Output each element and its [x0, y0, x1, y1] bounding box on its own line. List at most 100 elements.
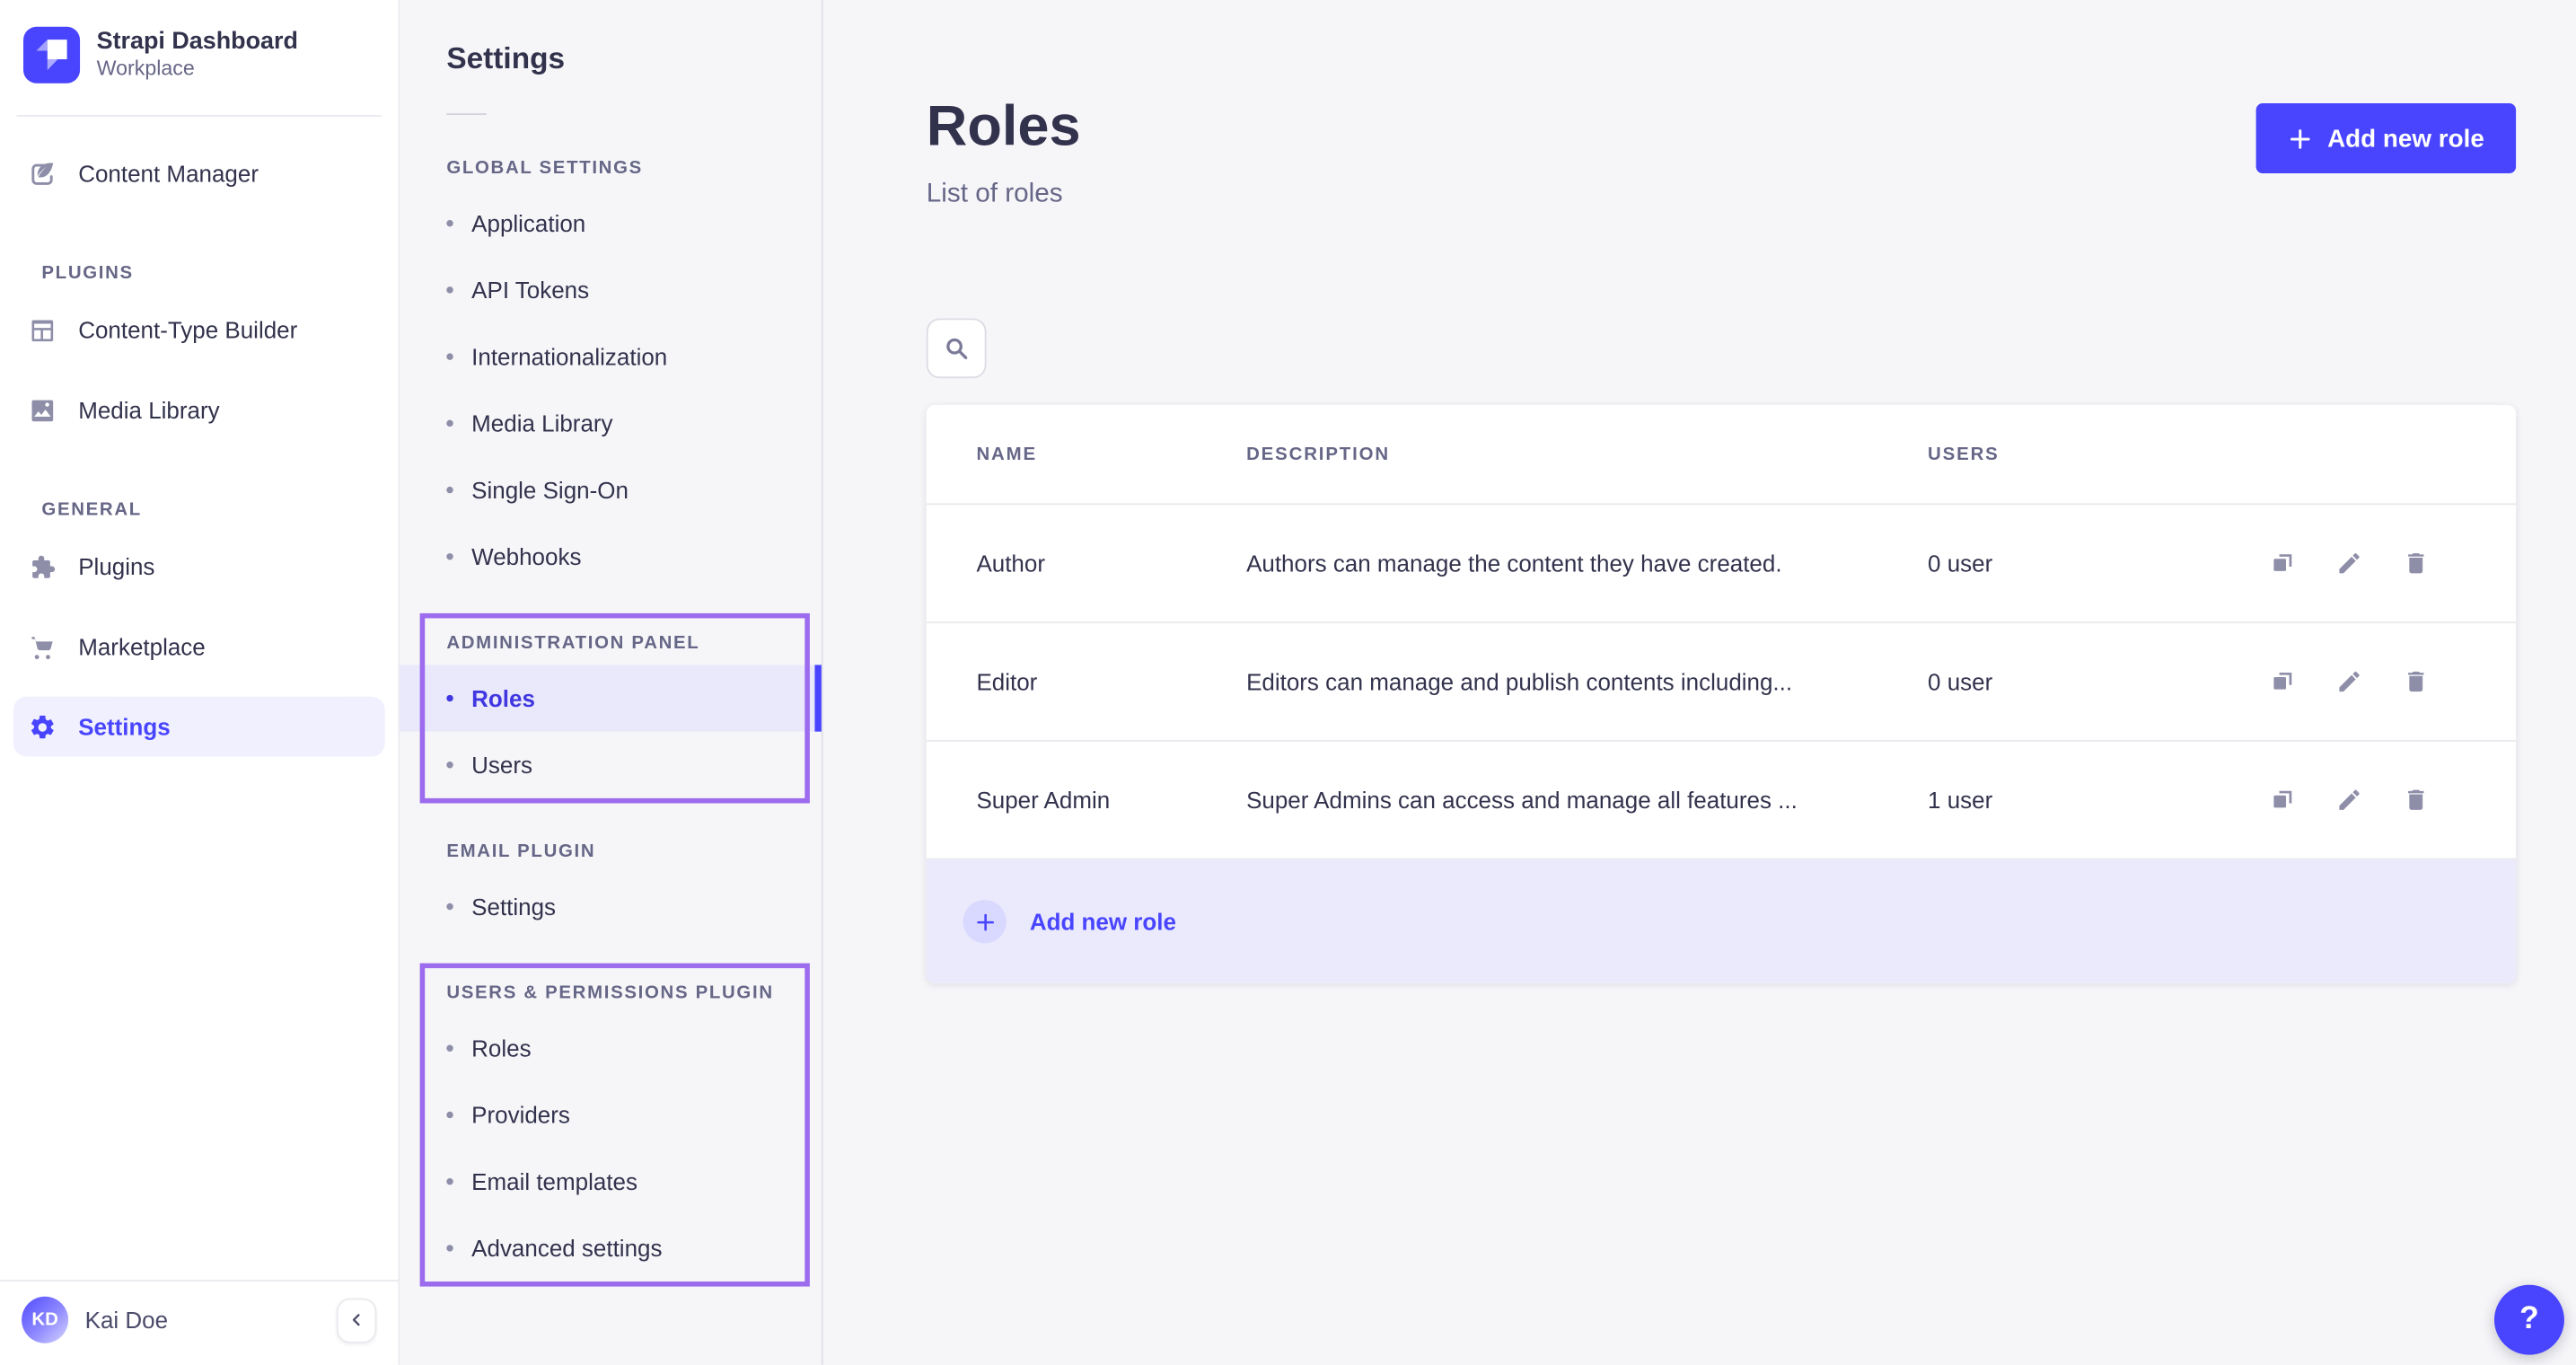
brand-text: Strapi Dashboard Workplace [97, 29, 298, 82]
avatar[interactable]: KD [22, 1297, 68, 1343]
role-name: Author [976, 550, 1246, 577]
bullet-icon [446, 220, 453, 226]
duplicate-button[interactable] [2269, 550, 2296, 577]
subnav-section-label: ADMINISTRATION PANEL [446, 633, 822, 655]
sidebar-item-marketplace[interactable]: Marketplace [13, 617, 385, 677]
bullet-icon [446, 487, 453, 493]
subnav-item-users[interactable]: Users [400, 732, 821, 798]
sidebar-item-content-manager[interactable]: Content Manager [13, 144, 385, 204]
subnav-item-label: API Tokens [471, 277, 589, 304]
table-row-author[interactable]: Author Authors can manage the content th… [927, 505, 2516, 623]
bullet-icon [446, 1245, 453, 1251]
bullet-icon [446, 762, 453, 768]
subnav-item-media-library[interactable]: Media Library [400, 390, 821, 456]
subnav-item-email-templates[interactable]: Email templates [400, 1149, 821, 1215]
page-subtitle: List of roles [927, 180, 1081, 209]
app-root: Strapi Dashboard Workplace Content Manag… [0, 0, 2576, 1365]
subnav-item-label: Roles [471, 1035, 531, 1061]
help-button[interactable]: ? [2494, 1285, 2564, 1355]
page-title: Roles [927, 97, 1081, 157]
row-actions [2269, 550, 2429, 577]
bullet-icon [446, 903, 453, 910]
main-sidebar: Strapi Dashboard Workplace Content Manag… [0, 0, 400, 1365]
sidebar-footer: KD Kai Doe [0, 1280, 399, 1365]
delete-button[interactable] [2403, 787, 2430, 814]
table-row-editor[interactable]: Editor Editors can manage and publish co… [927, 623, 2516, 742]
bullet-icon [446, 1112, 453, 1118]
subnav-section-administration-panel: ADMINISTRATION PANEL Roles Users [400, 590, 821, 798]
bullet-icon [446, 695, 453, 701]
edit-button[interactable] [2336, 787, 2363, 814]
subnav-item-label: Media Library [471, 410, 612, 437]
search-button[interactable] [927, 318, 987, 378]
active-indicator-bar [814, 665, 821, 731]
bullet-icon [446, 553, 453, 559]
column-header-users: USERS [1928, 445, 2177, 464]
subnav-section-label: GLOBAL SETTINGS [446, 158, 822, 180]
duplicate-button[interactable] [2269, 787, 2296, 814]
search-icon [941, 333, 971, 363]
brand: Strapi Dashboard Workplace [0, 0, 399, 115]
edit-button[interactable] [2336, 668, 2363, 695]
subnav-item-internationalization[interactable]: Internationalization [400, 323, 821, 390]
edit-button[interactable] [2336, 550, 2363, 577]
page-header: Roles List of roles Add new role [927, 0, 2516, 210]
subnav-item-label: Internationalization [471, 343, 667, 370]
delete-button[interactable] [2403, 668, 2430, 695]
subnav-item-label: Roles [471, 685, 535, 712]
role-name: Super Admin [976, 787, 1246, 814]
chevron-left-icon [348, 1311, 365, 1328]
cart-icon [29, 632, 57, 661]
subnav-item-api-tokens[interactable]: API Tokens [400, 257, 821, 323]
row-actions [2269, 668, 2429, 695]
user-name: Kai Doe [85, 1307, 168, 1334]
pen-write-icon [29, 159, 57, 188]
sidebar-item-label: Media Library [78, 397, 219, 424]
sidebar-item-label: Marketplace [78, 633, 206, 660]
brand-subtitle: Workplace [97, 57, 298, 82]
subnav-item-webhooks[interactable]: Webhooks [400, 524, 821, 590]
subnav-item-roles-active[interactable]: Roles [400, 665, 821, 731]
puzzle-icon [29, 552, 57, 581]
duplicate-button[interactable] [2269, 668, 2296, 695]
subnav-item-application[interactable]: Application [400, 190, 821, 257]
role-users-count: 1 user [1928, 787, 2177, 814]
subnav-item-label: Advanced settings [471, 1235, 662, 1262]
table-footer-add-row[interactable]: Add new role [927, 860, 2516, 983]
sidebar-item-label: Content-Type Builder [78, 317, 297, 344]
footer-add-label: Add new role [1030, 908, 1176, 935]
table-row-super-admin[interactable]: Super Admin Super Admins can access and … [927, 742, 2516, 860]
bullet-icon [446, 1045, 453, 1052]
subnav-item-advanced-settings[interactable]: Advanced settings [400, 1215, 821, 1281]
subnav-item-label: Application [471, 210, 585, 237]
media-image-icon [29, 396, 57, 425]
subnav-item-providers[interactable]: Providers [400, 1081, 821, 1148]
add-new-role-button[interactable]: Add new role [2255, 103, 2516, 173]
sidebar-item-plugins[interactable]: Plugins [13, 537, 385, 597]
collapse-sidebar-button[interactable] [337, 1298, 377, 1343]
plus-circle-icon [963, 900, 1007, 943]
settings-subnav: Settings GLOBAL SETTINGS Application API… [400, 0, 822, 1365]
bullet-icon [446, 286, 453, 293]
subnav-item-label: Webhooks [471, 543, 581, 570]
delete-button[interactable] [2403, 550, 2430, 577]
subnav-item-label: Settings [471, 894, 556, 920]
table-header-row: NAME DESCRIPTION USERS [927, 405, 2516, 505]
role-description: Super Admins can access and manage all f… [1246, 787, 1928, 814]
subnav-item-up-roles[interactable]: Roles [400, 1015, 821, 1081]
gear-icon [29, 712, 57, 741]
bullet-icon [446, 420, 453, 427]
subnav-section-label: EMAIL PLUGIN [446, 841, 822, 863]
sidebar-item-media-library[interactable]: Media Library [13, 380, 385, 440]
sidebar-item-settings[interactable]: Settings [13, 697, 385, 757]
column-header-description: DESCRIPTION [1246, 445, 1928, 464]
sidebar-section-general: GENERAL [41, 500, 398, 520]
sidebar-item-content-type-builder[interactable]: Content-Type Builder [13, 300, 385, 360]
subnav-item-label: Providers [471, 1102, 570, 1129]
role-description: Authors can manage the content they have… [1246, 550, 1928, 577]
role-users-count: 0 user [1928, 668, 2177, 695]
subnav-item-single-sign-on[interactable]: Single Sign-On [400, 456, 821, 523]
subnav-item-email-settings[interactable]: Settings [400, 873, 821, 939]
add-new-role-label: Add new role [2327, 124, 2484, 153]
sidebar-item-label: Content Manager [78, 160, 259, 187]
